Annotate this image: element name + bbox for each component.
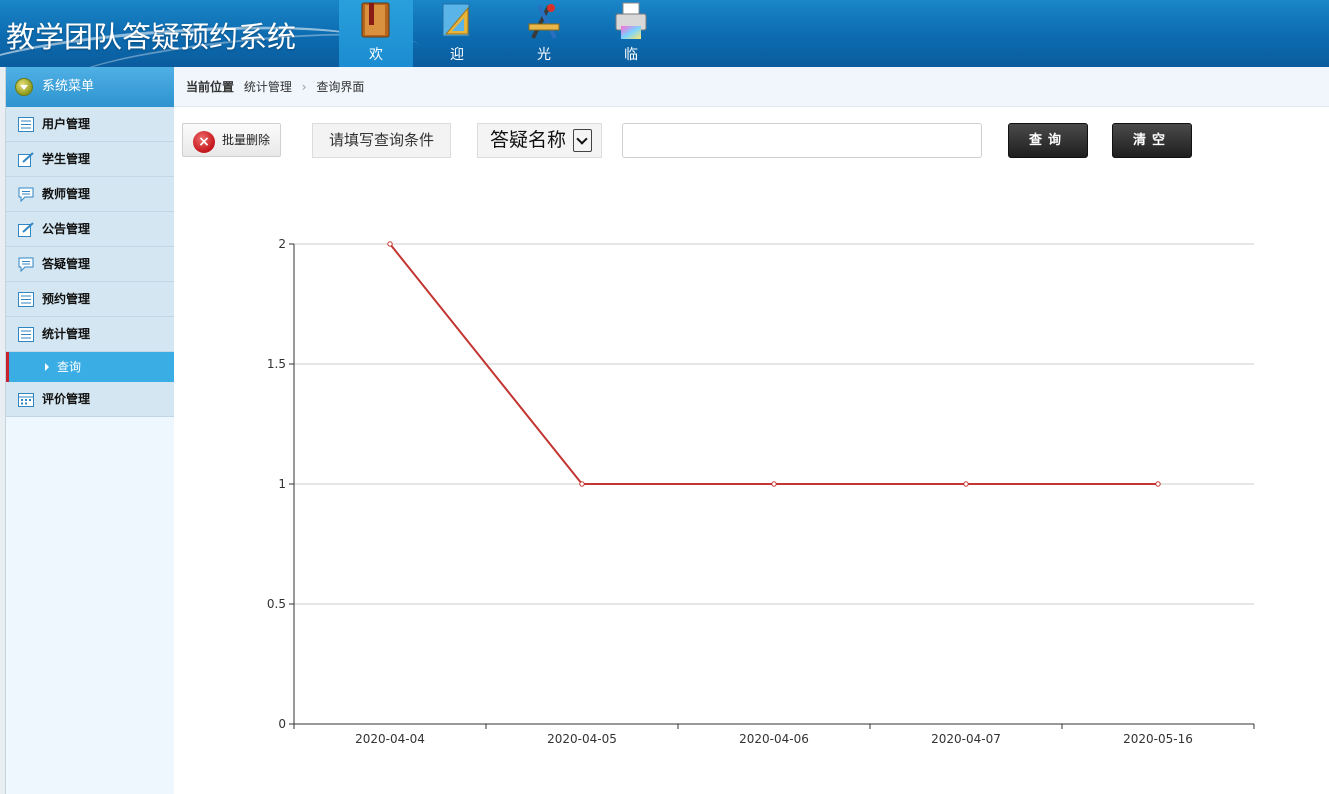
data-point <box>579 481 585 487</box>
sidebar-menu: 系统菜单 用户管理 学生管理 教师管理 公告管理 答疑管理 预约管理 统计管理 … <box>6 67 174 794</box>
query-field-select[interactable]: 答疑名称 <box>477 123 602 158</box>
sidebar-item-appointments[interactable]: 预约管理 <box>6 282 174 317</box>
printer-icon <box>615 2 647 39</box>
top-header: 教学团队答疑预约系统 欢 迎 光 临 <box>0 0 1329 67</box>
book-icon <box>361 2 390 38</box>
collapse-toggle-icon <box>15 78 33 96</box>
breadcrumb-item: 查询界面 <box>316 80 365 94</box>
edit-icon <box>18 222 34 237</box>
data-point <box>1155 481 1161 487</box>
chart-axes <box>289 243 1255 729</box>
breadcrumb: 当前位置 统计管理 › 查询界面 <box>174 67 1329 107</box>
sidebar-item-label: 预约管理 <box>42 292 91 306</box>
line-chart: 0 0.5 1 1.5 2 2020-04-04 2020-04-05 2020-04-06 2… <box>267 237 1255 746</box>
y-tick-label: 0 <box>278 717 286 731</box>
search-input[interactable] <box>622 123 982 158</box>
nav-label: 欢 <box>369 47 383 63</box>
sidebar-item-teachers[interactable]: 教师管理 <box>6 177 174 212</box>
breadcrumb-separator-icon: › <box>301 80 307 94</box>
select-value: 答疑名称 <box>490 129 567 151</box>
sidebar-item-qa[interactable]: 答疑管理 <box>6 247 174 282</box>
app-title: 教学团队答疑预约系统 <box>6 20 297 54</box>
comment-icon <box>18 187 34 202</box>
sidebar-item-label: 学生管理 <box>42 152 91 166</box>
query-button[interactable]: 查询 <box>1008 123 1088 158</box>
tools-icon <box>528 4 560 39</box>
list-icon <box>18 327 34 342</box>
batch-delete-button[interactable]: × 批量删除 <box>182 123 281 157</box>
nav-item-welcome-1[interactable]: 欢 <box>339 0 413 67</box>
data-point <box>771 481 777 487</box>
nav-label: 迎 <box>450 47 464 63</box>
query-condition-label: 请填写查询条件 <box>312 123 451 158</box>
y-tick-label: 1.5 <box>267 357 286 371</box>
breadcrumb-lead: 当前位置 <box>186 80 235 94</box>
sidebar-item-users[interactable]: 用户管理 <box>6 107 174 142</box>
list-icon <box>18 292 34 307</box>
data-point <box>387 241 393 247</box>
sidebar-item-label: 统计管理 <box>42 327 91 341</box>
sidebar-item-label: 公告管理 <box>42 222 91 236</box>
nav-label: 临 <box>624 47 638 63</box>
x-tick-label: 2020-05-16 <box>1123 732 1193 746</box>
ruler-icon <box>442 3 470 37</box>
data-point <box>963 481 969 487</box>
comment-icon <box>18 257 34 272</box>
sidebar-item-evaluations[interactable]: 评价管理 <box>6 382 174 417</box>
nav-label: 光 <box>537 47 551 63</box>
y-tick-label: 2 <box>278 237 286 251</box>
nav-item-welcome-3[interactable]: 光 <box>507 0 581 67</box>
caret-right-icon <box>45 363 49 371</box>
sidebar-item-announcements[interactable]: 公告管理 <box>6 212 174 247</box>
menu-header[interactable]: 系统菜单 <box>6 67 174 107</box>
sidebar-item-label: 用户管理 <box>42 117 91 131</box>
x-tick-label: 2020-04-04 <box>355 732 425 746</box>
chevron-down-icon[interactable] <box>573 129 592 152</box>
sidebar-item-students[interactable]: 学生管理 <box>6 142 174 177</box>
clear-button[interactable]: 清空 <box>1112 123 1192 158</box>
nav-item-welcome-2[interactable]: 迎 <box>420 0 494 67</box>
menu-header-label: 系统菜单 <box>42 79 95 94</box>
sidebar-item-statistics[interactable]: 统计管理 <box>6 317 174 352</box>
chart-labels: 0 0.5 1 1.5 2 2020-04-04 2020-04-05 2020-04-06 2… <box>267 237 1193 746</box>
sidebar-subitem-label: 查询 <box>57 360 82 374</box>
y-tick-label: 0.5 <box>267 597 286 611</box>
x-tick-label: 2020-04-07 <box>931 732 1001 746</box>
delete-icon: × <box>193 131 215 153</box>
main-content: 当前位置 统计管理 › 查询界面 × 批量删除 请填写查询条件 答疑名称 查询 … <box>174 67 1329 794</box>
breadcrumb-item[interactable]: 统计管理 <box>244 80 292 94</box>
x-tick-label: 2020-04-05 <box>547 732 617 746</box>
sidebar-subitem-query[interactable]: 查询 <box>6 352 174 382</box>
edit-icon <box>18 152 34 167</box>
x-tick-label: 2020-04-06 <box>739 732 809 746</box>
calendar-icon <box>18 393 34 407</box>
sidebar-item-label: 答疑管理 <box>42 257 91 271</box>
batch-delete-label: 批量删除 <box>222 133 271 147</box>
list-icon <box>18 117 34 132</box>
y-tick-label: 1 <box>278 477 286 491</box>
query-toolbar: × 批量删除 请填写查询条件 答疑名称 查询 清空 <box>174 123 1329 159</box>
sidebar-item-label: 教师管理 <box>42 187 91 201</box>
chart-grid <box>294 243 1254 605</box>
nav-item-welcome-4[interactable]: 临 <box>594 0 668 67</box>
sidebar-item-label: 评价管理 <box>42 392 91 406</box>
